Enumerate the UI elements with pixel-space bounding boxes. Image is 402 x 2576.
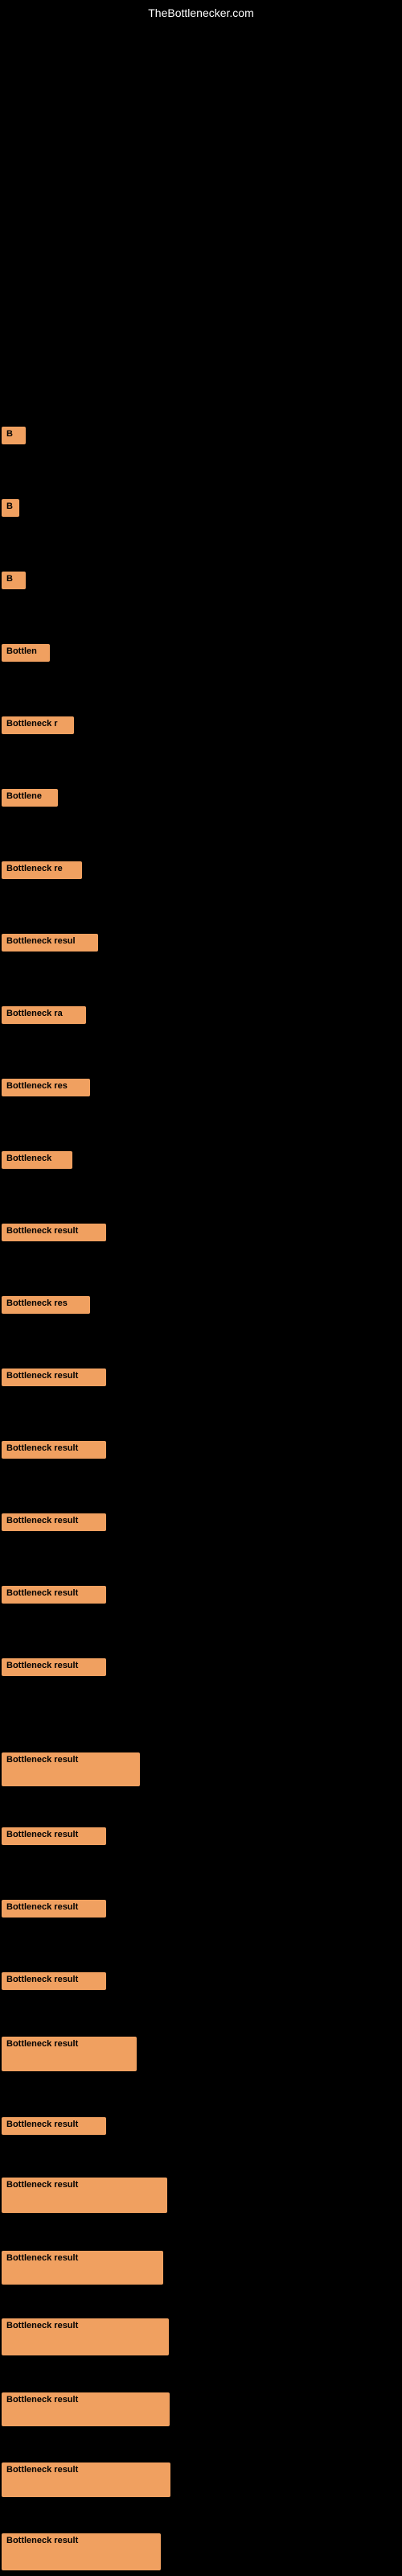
bottleneck-result-label: Bottleneck result xyxy=(2,1368,106,1386)
bottleneck-result-label: Bottleneck result xyxy=(2,1586,106,1604)
bottleneck-result-label: B xyxy=(2,427,26,444)
bottleneck-result-label: Bottlene xyxy=(2,789,58,807)
bottleneck-result-label: Bottleneck result xyxy=(2,2117,106,2135)
bottleneck-result-label: Bottleneck result xyxy=(2,1513,106,1531)
bottleneck-result-label: Bottleneck result xyxy=(2,1752,140,1786)
bottleneck-result-label: Bottleneck re xyxy=(2,861,82,879)
bottleneck-result-label: Bottleneck result xyxy=(2,2462,170,2497)
bottleneck-result-label: Bottleneck result xyxy=(2,1827,106,1845)
bottleneck-result-label: Bottleneck r xyxy=(2,716,74,734)
bottleneck-result-label: Bottleneck res xyxy=(2,1079,90,1096)
bottleneck-result-label: B xyxy=(2,572,26,589)
bottleneck-result-label: Bottleneck result xyxy=(2,1441,106,1459)
bottleneck-result-label: Bottleneck result xyxy=(2,2178,167,2213)
bottleneck-result-label: Bottleneck result xyxy=(2,2037,137,2071)
bottleneck-result-label: Bottleneck result xyxy=(2,1224,106,1241)
bottleneck-result-label: Bottleneck res xyxy=(2,1296,90,1314)
bottleneck-result-label: B xyxy=(2,499,19,517)
bottleneck-result-label: Bottleneck ra xyxy=(2,1006,86,1024)
bottleneck-result-label: Bottleneck result xyxy=(2,2318,169,2355)
bottleneck-result-label: Bottleneck result xyxy=(2,1972,106,1990)
site-title: TheBottlenecker.com xyxy=(148,6,254,19)
bottleneck-result-label: Bottleneck resul xyxy=(2,934,98,952)
bottleneck-result-label: Bottleneck result xyxy=(2,1658,106,1676)
bottleneck-result-label: Bottleneck result xyxy=(2,2392,170,2426)
bottleneck-result-label: Bottlen xyxy=(2,644,50,662)
bottleneck-result-label: Bottleneck result xyxy=(2,2251,163,2285)
bottleneck-result-label: Bottleneck result xyxy=(2,2533,161,2570)
bottleneck-result-label: Bottleneck xyxy=(2,1151,72,1169)
bottleneck-result-label: Bottleneck result xyxy=(2,1900,106,1918)
